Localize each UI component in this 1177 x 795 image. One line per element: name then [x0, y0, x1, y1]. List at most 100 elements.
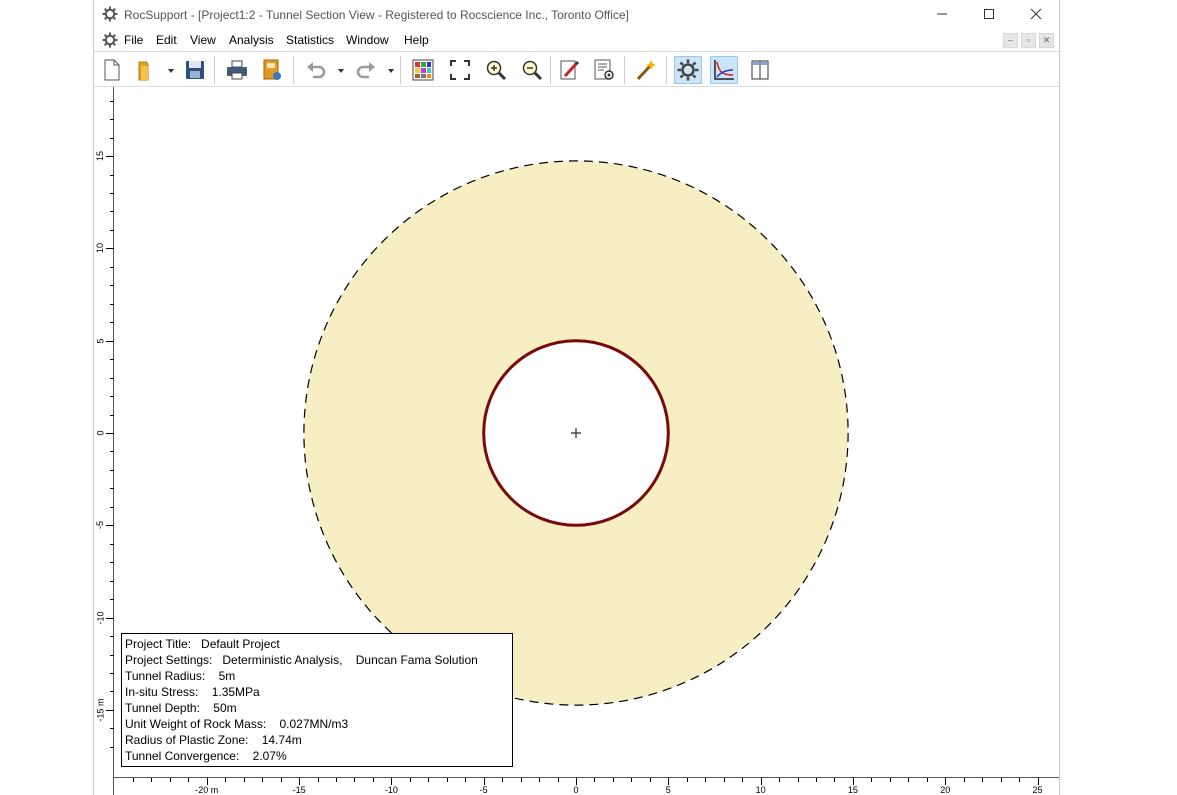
mdi-minimize-button[interactable]: –	[1003, 33, 1018, 48]
horizontal-ruler-tick	[169, 778, 171, 782]
info-convergence: Tunnel Convergence: 2.07%	[125, 749, 287, 763]
menu-window[interactable]: Window	[346, 33, 389, 47]
columns-button[interactable]	[746, 56, 774, 84]
vertical-ruler-tick	[110, 691, 114, 693]
vertical-ruler-tick	[106, 525, 114, 527]
mdi-restore-button[interactable]: ▫	[1021, 33, 1036, 48]
horizontal-ruler-tick	[649, 778, 651, 782]
vertical-ruler: 15 10 5 0 -5 -10 -15 m	[94, 87, 114, 795]
new-file-button[interactable]	[98, 56, 126, 84]
redo-icon	[356, 62, 375, 79]
vertical-ruler-tick	[110, 229, 114, 231]
zoom-extents-button[interactable]	[446, 56, 474, 84]
vertical-ruler-tick	[110, 488, 114, 490]
wand-icon	[636, 60, 656, 81]
vertical-ruler-tick	[110, 672, 114, 674]
menu-help[interactable]: Help	[404, 33, 429, 47]
horizontal-ruler-label: 5	[665, 785, 671, 795]
horizontal-ruler-label: 20	[940, 785, 951, 795]
vertical-ruler-label: -15 m	[95, 698, 106, 722]
horizontal-ruler-tick	[594, 778, 596, 782]
horizontal-ruler-tick	[686, 778, 688, 782]
chart-button[interactable]	[710, 56, 738, 84]
vertical-ruler-tick	[106, 709, 114, 711]
horizontal-ruler-label: -10	[384, 785, 398, 795]
mdi-close-button[interactable]: ✕	[1039, 33, 1054, 48]
app-gear-icon[interactable]	[102, 6, 118, 27]
horizontal-ruler-tick	[520, 778, 522, 782]
export-image-button[interactable]	[258, 56, 286, 84]
horizontal-ruler-tick	[612, 778, 614, 782]
horizontal-ruler-tick	[742, 778, 744, 782]
save-button[interactable]	[181, 56, 209, 84]
vertical-ruler-tick	[110, 636, 114, 638]
horizontal-ruler-tick	[760, 778, 762, 785]
close-icon	[1030, 8, 1042, 20]
wand-button[interactable]	[632, 56, 660, 84]
close-button[interactable]	[1013, 0, 1059, 30]
vertical-ruler-tick	[110, 377, 114, 379]
horizontal-ruler-tick	[668, 778, 670, 785]
print-icon	[227, 60, 247, 80]
menu-bar: File Edit View Analysis Statistics Windo…	[94, 30, 1059, 51]
horizontal-ruler-tick	[852, 778, 854, 785]
undo-button[interactable]	[302, 56, 330, 84]
edit-icon	[560, 60, 580, 80]
window-title: RocSupport - [Project1:2 - Tunnel Sectio…	[124, 8, 629, 22]
vertical-ruler-label: 5	[95, 338, 106, 344]
horizontal-ruler-tick	[336, 778, 338, 782]
horizontal-ruler-tick	[576, 778, 577, 785]
compute-button[interactable]	[674, 56, 702, 84]
vertical-ruler-tick	[110, 580, 114, 582]
horizontal-ruler-tick	[705, 778, 707, 782]
settings-sheet-button[interactable]	[590, 56, 618, 84]
menu-analysis[interactable]: Analysis	[229, 33, 274, 47]
settings-sheet-icon	[594, 59, 614, 80]
vertical-ruler-tick	[110, 469, 114, 471]
tunnel-section-view[interactable]: 15 10 5 0 -5 -10 -15 m -20 m -15 -10 -5 0 5 10 15 20 25…	[94, 87, 1059, 795]
vertical-ruler-tick	[110, 543, 114, 545]
zoom-in-button[interactable]	[482, 56, 510, 84]
horizontal-ruler-tick	[926, 778, 928, 782]
horizontal-ruler-tick	[188, 778, 190, 782]
horizontal-ruler-tick	[299, 778, 301, 785]
menu-edit[interactable]: Edit	[156, 33, 177, 47]
horizontal-ruler-tick	[243, 778, 245, 782]
horizontal-ruler-tick	[797, 778, 799, 782]
color-grid-button[interactable]	[409, 56, 437, 84]
horizontal-ruler-tick	[871, 778, 873, 782]
vertical-ruler-tick	[106, 617, 114, 619]
info-unit-weight: Unit Weight of Rock Mass: 0.027MN/m3	[125, 717, 349, 731]
menu-file[interactable]: File	[124, 33, 143, 47]
maximize-button[interactable]	[966, 0, 1012, 30]
info-tunnel-depth: Tunnel Depth: 50m	[125, 701, 237, 715]
undo-dropdown-icon[interactable]	[338, 69, 344, 73]
zoom-out-button[interactable]	[518, 56, 546, 84]
zoom-in-icon	[486, 60, 507, 81]
new-file-icon	[104, 59, 120, 81]
open-button[interactable]	[133, 56, 161, 84]
chart-icon	[714, 60, 734, 80]
vertical-ruler-tick	[110, 414, 114, 416]
redo-dropdown-icon[interactable]	[388, 69, 394, 73]
horizontal-ruler-tick	[151, 778, 153, 782]
vertical-ruler-tick	[110, 728, 114, 730]
horizontal-ruler-label: 15	[847, 785, 858, 795]
vertical-ruler-label: -10	[95, 611, 106, 625]
menu-view[interactable]: View	[190, 33, 216, 47]
vertical-ruler-label: -5	[95, 521, 106, 530]
edit-button[interactable]	[555, 56, 583, 84]
minimize-button[interactable]	[919, 0, 965, 30]
open-dropdown-icon[interactable]	[168, 69, 174, 73]
vertical-ruler-tick	[110, 285, 114, 287]
columns-icon	[751, 60, 769, 80]
horizontal-ruler-tick	[206, 778, 208, 785]
vertical-ruler-tick	[110, 100, 114, 102]
print-button[interactable]	[223, 56, 251, 84]
vertical-ruler-label: 0	[95, 430, 106, 436]
redo-button[interactable]	[352, 56, 380, 84]
document-gear-icon[interactable]	[102, 32, 118, 53]
horizontal-ruler-tick	[834, 778, 836, 782]
menu-statistics[interactable]: Statistics	[286, 33, 334, 47]
horizontal-ruler-tick	[779, 778, 781, 782]
